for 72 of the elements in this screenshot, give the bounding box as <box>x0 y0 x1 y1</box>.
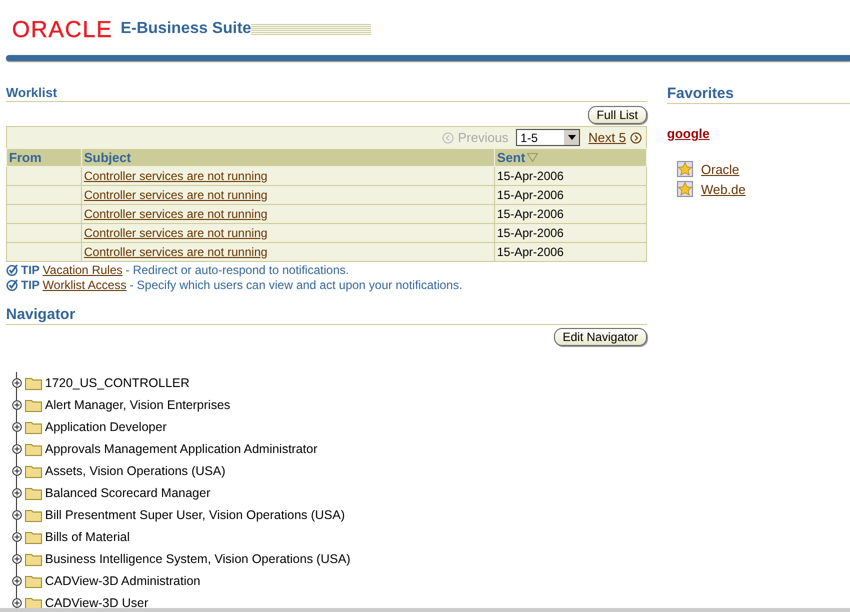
tip-text: - Specify which users can view and act upon your notifications. <box>129 278 462 292</box>
navigator-item[interactable]: Alert Manager, Vision Enterprises <box>45 398 230 412</box>
folder-icon <box>25 442 42 456</box>
folder-icon <box>25 596 42 608</box>
expand-icon[interactable] <box>12 532 22 542</box>
folder-icon <box>25 376 42 390</box>
column-header: Subject <box>82 148 494 166</box>
navigator-item[interactable]: CADView-3D User <box>45 596 148 608</box>
expand-icon[interactable] <box>12 510 22 520</box>
full-list-button[interactable]: Full List <box>588 106 647 124</box>
expand-icon[interactable] <box>12 400 22 410</box>
folder-icon <box>25 530 42 544</box>
section-heading: Favorites <box>667 85 850 104</box>
oracle-logo: ORACLE <box>12 16 113 42</box>
expand-icon[interactable] <box>12 598 22 608</box>
folder-icon <box>25 420 42 434</box>
navigator-item[interactable]: CADView-3D Administration <box>45 574 200 588</box>
column-header: From <box>6 148 82 166</box>
expand-icon[interactable] <box>12 466 22 476</box>
section-heading: Navigator <box>6 306 647 325</box>
favorite-link[interactable]: Oracle <box>701 162 740 176</box>
subject-link[interactable]: Controller services are not running <box>84 169 268 183</box>
folder-icon <box>25 464 42 478</box>
dropdown-icon <box>568 135 576 140</box>
tip-link[interactable]: Vacation Rules <box>42 263 122 277</box>
expand-icon[interactable] <box>12 444 22 454</box>
subject-link[interactable]: Controller services are not running <box>84 226 268 240</box>
tip-text: - Redirect or auto-respond to notifications. <box>126 263 349 277</box>
navigator-item[interactable]: Balanced Scorecard Manager <box>45 486 210 500</box>
navigator-item[interactable]: Bills of Material <box>45 530 130 544</box>
folder-icon <box>25 552 42 566</box>
tip-link[interactable]: Worklist Access <box>42 278 126 292</box>
subject-link[interactable]: Controller services are not running <box>84 188 268 202</box>
folder-icon <box>25 486 42 500</box>
range-select[interactable]: 1-5 <box>516 129 580 146</box>
subject-link[interactable]: Controller services are not running <box>84 207 268 221</box>
navigator-item[interactable]: Application Developer <box>45 420 167 434</box>
tip-label: TIP <box>21 278 40 292</box>
folder-icon <box>25 574 42 588</box>
star-icon <box>677 181 693 197</box>
navigator-item[interactable]: Assets, Vision Operations (USA) <box>45 464 226 478</box>
table-cell: 15-Apr-2006 <box>494 224 646 242</box>
expand-icon[interactable] <box>12 554 22 564</box>
tip-label: TIP <box>21 263 40 277</box>
navigator-item[interactable]: Business Intelligence System, Vision Operations (USA) <box>45 552 350 566</box>
folder-icon <box>25 398 42 412</box>
table-cell: 15-Apr-2006 <box>494 242 646 262</box>
section-heading: Worklist <box>6 85 647 102</box>
folder-icon <box>25 508 42 522</box>
table-cell: 15-Apr-2006 <box>494 186 646 204</box>
checkmark-icon <box>6 264 18 276</box>
next-link[interactable]: Next 5 <box>588 130 626 145</box>
sort-icon <box>527 153 538 162</box>
subject-link[interactable]: Controller services are not running <box>84 245 268 259</box>
table-cell: 15-Apr-2006 <box>494 204 646 224</box>
product-title: E-Business Suite <box>120 20 252 38</box>
expand-icon[interactable] <box>12 422 22 432</box>
favorites-group-link[interactable]: google <box>667 126 850 141</box>
navigator-item[interactable]: Approvals Management Application Administrator <box>45 442 318 456</box>
table-cell: 15-Apr-2006 <box>494 166 646 186</box>
navigator-item[interactable]: 1720_US_CONTROLLER <box>45 376 190 390</box>
star-icon <box>677 161 693 177</box>
column-header: Sent <box>494 148 646 166</box>
favorite-link[interactable]: Web.de <box>701 182 746 196</box>
edit-navigator-button[interactable]: Edit Navigator <box>554 328 647 346</box>
navigator-item[interactable]: Bill Presentment Super User, Vision Operations (USA) <box>45 508 345 522</box>
checkmark-icon <box>6 279 18 291</box>
expand-icon[interactable] <box>12 488 22 498</box>
next-icon[interactable] <box>630 132 642 144</box>
previous-icon <box>442 132 454 144</box>
expand-icon[interactable] <box>12 576 22 586</box>
expand-icon[interactable] <box>12 378 22 388</box>
